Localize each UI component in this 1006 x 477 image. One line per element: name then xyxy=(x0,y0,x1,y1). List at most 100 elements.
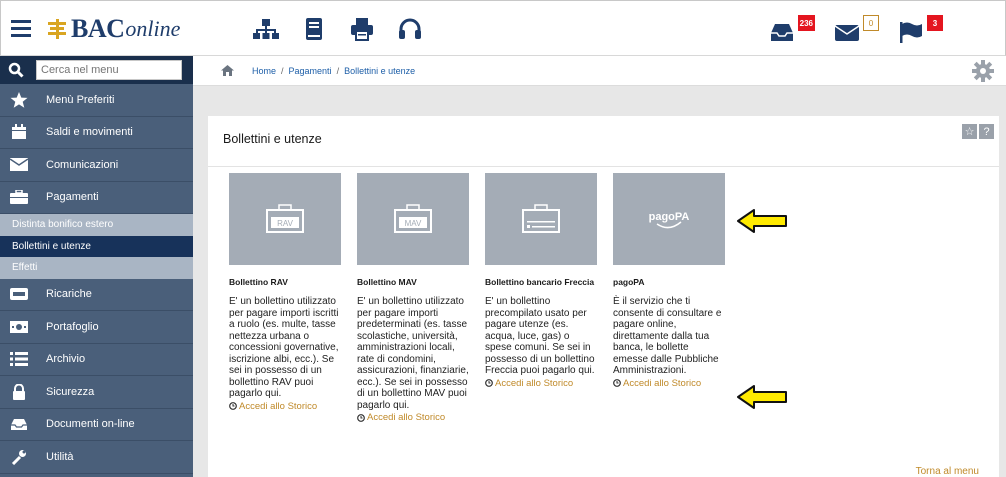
subitem-label: Bollettini e utenze xyxy=(12,240,91,252)
card-description: È il servizio che ti consente di consult… xyxy=(613,296,722,376)
breadcrumb-separator: / xyxy=(336,65,340,76)
storico-link-label[interactable]: Accedi allo Storico xyxy=(495,378,573,389)
briefcase-icon xyxy=(10,189,28,205)
storico-link[interactable]: Accedi allo Storico xyxy=(613,378,725,389)
sidebar-item-preferiti[interactable]: Menù Preferiti xyxy=(0,84,193,117)
storico-link-label[interactable]: Accedi allo Storico xyxy=(239,401,317,412)
sidebar-item-utilita[interactable]: Utilità xyxy=(0,441,193,474)
sidebar-subitem-distinta-bonifico[interactable]: Distinta bonifico estero xyxy=(0,214,193,236)
clock-icon xyxy=(613,379,621,387)
card-freccia[interactable]: Bollettino bancario Freccia E' un bollet… xyxy=(485,173,597,389)
sidebar-subitem-effetti[interactable]: Effetti xyxy=(0,257,193,279)
card-image-label: RAV xyxy=(277,219,294,228)
sidebar-item-label: Menù Preferiti xyxy=(46,93,115,106)
envelope-icon xyxy=(10,157,28,173)
card-title: pagoPA xyxy=(613,277,645,287)
sidebar-item-ricariche[interactable]: Ricariche xyxy=(0,279,193,311)
freccia-slip-icon xyxy=(522,204,560,233)
mail-notification[interactable]: 0 xyxy=(833,15,889,45)
clock-icon xyxy=(229,402,237,410)
rav-slip-icon: RAV xyxy=(266,204,304,233)
list-icon xyxy=(10,351,28,367)
sidebar-subitem-bollettini[interactable]: Bollettini e utenze xyxy=(0,235,193,257)
sidebar-item-portafoglio[interactable]: Portafoglio xyxy=(0,311,193,344)
home-icon[interactable] xyxy=(221,65,234,76)
card-description: E' un bollettino precompilato usato per … xyxy=(485,296,595,376)
sidebar: Menù Preferiti Saldi e movimenti Comunic… xyxy=(0,56,193,477)
search-icon[interactable] xyxy=(8,62,24,78)
search-input[interactable] xyxy=(36,60,182,80)
breadcrumb-separator: / xyxy=(281,65,284,76)
sidebar-item-label: Sicurezza xyxy=(46,385,95,398)
sidebar-item-label: Saldi e movimenti xyxy=(46,126,133,139)
card-pagopa[interactable]: pagoPA pagoPA È il servizio che ti conse… xyxy=(613,173,725,389)
flag-count-badge: 3 xyxy=(927,15,943,31)
card-title: Bollettino RAV xyxy=(229,277,288,287)
bollettini-panel: Bollettini e utenze ☆ ? RAV Bollettino R… xyxy=(208,116,999,477)
back-to-menu-link[interactable]: Torna al menu xyxy=(916,466,979,477)
sidebar-item-saldi[interactable]: Saldi e movimenti xyxy=(0,117,193,149)
gear-icon[interactable] xyxy=(972,60,994,82)
calendar-icon xyxy=(10,124,28,140)
breadcrumb: Home / Pagamenti / Bollettini e utenze xyxy=(193,56,1006,86)
star-icon xyxy=(10,91,28,108)
headset-icon[interactable] xyxy=(397,17,423,41)
card-title: Bollettino bancario Freccia xyxy=(485,277,595,287)
card-image-label: MAV xyxy=(405,219,422,228)
card-icon xyxy=(10,286,28,302)
breadcrumb-home[interactable]: Home xyxy=(252,66,276,76)
logo-brand-text: BAC xyxy=(71,14,125,43)
card-image-mav[interactable]: MAV xyxy=(357,173,469,265)
lock-icon xyxy=(10,383,28,400)
sidebar-item-documenti[interactable]: Documenti on-line xyxy=(0,409,193,441)
sidebar-item-label: Documenti on-line xyxy=(46,418,135,431)
mav-slip-icon: MAV xyxy=(394,204,432,233)
card-description: E' un bollettino utilizzato per pagare i… xyxy=(357,296,469,411)
sidebar-item-comunicazioni[interactable]: Comunicazioni xyxy=(0,149,193,182)
logo[interactable]: BAC online xyxy=(47,14,180,43)
subitem-label: Effetti xyxy=(12,262,38,274)
card-image-rav[interactable]: RAV xyxy=(229,173,341,265)
book-icon[interactable] xyxy=(301,17,327,41)
printer-icon[interactable] xyxy=(349,17,375,41)
sidebar-item-label: Archivio xyxy=(46,353,86,366)
sidebar-search xyxy=(0,56,193,84)
tray-icon xyxy=(10,416,28,432)
flag-icon xyxy=(900,22,922,43)
annotation-arrow-icon xyxy=(737,385,787,409)
panel-divider xyxy=(208,166,999,167)
hamburger-menu-icon[interactable] xyxy=(11,20,31,37)
card-description: E' un bollettino utilizzato per pagare i… xyxy=(229,296,339,399)
inbox-notification[interactable]: 236 xyxy=(768,15,825,45)
storico-link[interactable]: Accedi allo Storico xyxy=(229,401,341,412)
flag-notification[interactable]: 3 xyxy=(897,15,953,45)
card-rav[interactable]: RAV Bollettino RAV E' un bollettino util… xyxy=(229,173,341,412)
logo-mark-icon xyxy=(48,19,66,39)
page-title: Bollettini e utenze xyxy=(223,132,322,146)
card-image-label: pagoPA xyxy=(649,211,690,223)
sidebar-item-label: Utilità xyxy=(46,450,74,463)
sidebar-item-label: Ricariche xyxy=(46,288,92,301)
clock-icon xyxy=(485,379,493,387)
sidebar-item-label: Portafoglio xyxy=(46,320,99,333)
envelope-icon xyxy=(834,25,860,41)
sitemap-icon[interactable] xyxy=(253,17,279,41)
wrench-icon xyxy=(10,449,28,465)
favorite-star-button[interactable]: ☆ xyxy=(962,124,977,139)
help-button[interactable]: ? xyxy=(979,124,994,139)
storico-link[interactable]: Accedi allo Storico xyxy=(357,412,469,423)
breadcrumb-current: Bollettini e utenze xyxy=(344,65,416,76)
card-image-pagopa[interactable]: pagoPA xyxy=(613,173,725,265)
card-image-freccia[interactable] xyxy=(485,173,597,265)
storico-link-label[interactable]: Accedi allo Storico xyxy=(367,412,445,423)
sidebar-item-archivio[interactable]: Archivio xyxy=(0,344,193,376)
card-mav[interactable]: MAV Bollettino MAV E' un bollettino util… xyxy=(357,173,469,423)
banknote-icon xyxy=(10,319,28,335)
storico-link-label[interactable]: Accedi allo Storico xyxy=(623,378,701,389)
sidebar-item-label: Comunicazioni xyxy=(46,158,119,171)
breadcrumb-pagamenti[interactable]: Pagamenti xyxy=(289,66,332,76)
sidebar-item-pagamenti[interactable]: Pagamenti xyxy=(0,182,193,214)
sidebar-item-sicurezza[interactable]: Sicurezza xyxy=(0,376,193,409)
storico-link[interactable]: Accedi allo Storico xyxy=(485,378,597,389)
subitem-label: Distinta bonifico estero xyxy=(12,219,114,231)
